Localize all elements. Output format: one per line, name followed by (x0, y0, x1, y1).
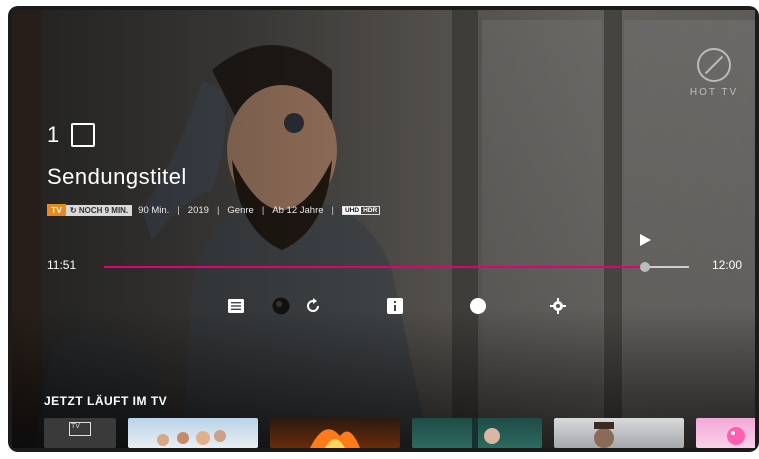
playback-controls (226, 296, 568, 316)
play-icon[interactable] (640, 234, 651, 246)
refresh-icon: ↻ (69, 205, 79, 215)
program-meta: TV ↻ NOCH 9 MIN. 90 Min. | 2019 | Genre … (47, 204, 381, 216)
tv-badge: TV (47, 204, 66, 216)
info-icon[interactable] (385, 296, 405, 316)
progress-fill (104, 266, 646, 268)
thumb-man-profile[interactable] (554, 418, 684, 448)
separator: | (177, 204, 180, 216)
channel-square-icon (71, 123, 96, 147)
logo-text: HOT TV (689, 87, 739, 98)
thumb-cartoon[interactable] (696, 418, 755, 448)
genre: Genre (227, 204, 254, 216)
thumb-fire[interactable] (270, 418, 400, 448)
separator: | (261, 204, 265, 216)
start-time: 11:51 (47, 258, 77, 272)
tv-guide-icon: TV (69, 422, 91, 436)
logo-icon (697, 48, 731, 82)
thumb-family[interactable] (128, 418, 258, 448)
year: 2019 (187, 204, 209, 216)
record-dot-icon[interactable] (271, 296, 291, 316)
channel-logo: HOT TV (684, 48, 744, 108)
rail-title: JETZT LÄUFT IM TV (44, 394, 168, 408)
remaining-prefix: NOCH (78, 205, 103, 215)
gear-icon[interactable] (548, 296, 568, 316)
epg-guide-tile[interactable]: TV (44, 418, 116, 448)
uhd-label: UHD (342, 206, 362, 214)
restart-icon[interactable] (303, 296, 323, 316)
guide-label: TV (71, 423, 80, 430)
remaining-badge: ↻ NOCH 9 MIN. (65, 204, 133, 216)
now-on-tv-rail: TV (44, 418, 755, 448)
hdr-label: HDR (363, 206, 378, 214)
menu-icon[interactable] (226, 296, 246, 316)
tv-bezel: HOT TV 1 Sendungstitel TV ↻ NOCH 9 MIN. … (0, 0, 759, 459)
age-rating: Ab 12 Jahre (272, 204, 324, 216)
progress-bar[interactable] (104, 262, 689, 272)
channel-indicator: 1 (47, 122, 96, 148)
separator: | (331, 204, 334, 216)
program-title: Sendungstitel (47, 164, 187, 189)
separator: | (216, 204, 220, 216)
thumb-woman-forest[interactable] (412, 418, 542, 448)
circle-icon[interactable] (468, 296, 488, 316)
video-screen: HOT TV 1 Sendungstitel TV ↻ NOCH 9 MIN. … (12, 10, 755, 448)
remaining-value: 9 MIN. (104, 205, 129, 215)
tv-frame: HOT TV 1 Sendungstitel TV ↻ NOCH 9 MIN. … (8, 6, 759, 452)
channel-number: 1 (47, 122, 60, 147)
uhd-hdr-badge: UHD HDR (341, 205, 381, 215)
end-time: 12:00 (712, 258, 743, 272)
duration: 90 Min. (138, 204, 170, 216)
